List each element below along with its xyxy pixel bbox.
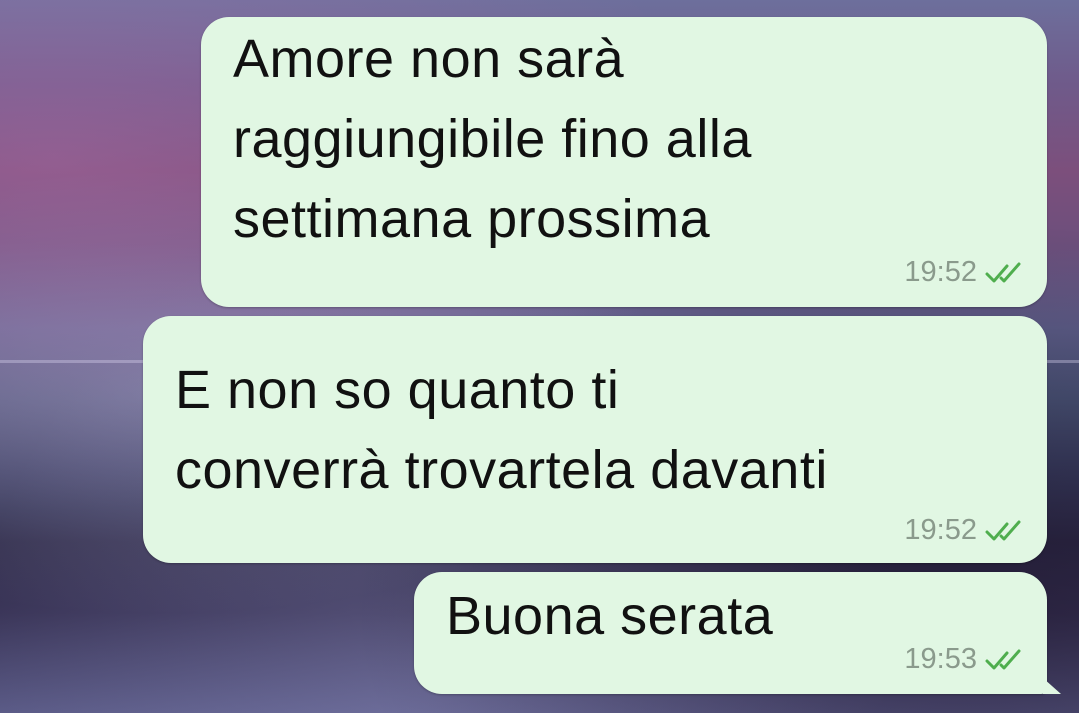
message-text: Buona serata bbox=[446, 586, 774, 646]
message-meta: 19:52 bbox=[904, 256, 1025, 289]
message-text: E non so quanto ti converrà trovartela d… bbox=[175, 360, 828, 500]
message-bubble-outgoing[interactable]: Buona serata 19:53 bbox=[414, 572, 1061, 694]
message-time: 19:53 bbox=[904, 643, 977, 675]
message-meta: 19:53 bbox=[904, 643, 1025, 676]
double-check-icon bbox=[985, 262, 1021, 282]
message-time: 19:52 bbox=[904, 514, 977, 546]
bubble-tail bbox=[1043, 678, 1061, 694]
message-text: Amore non sarà raggiungibile fino alla s… bbox=[233, 29, 752, 249]
double-check-icon bbox=[985, 520, 1021, 540]
message-meta: 19:52 bbox=[904, 514, 1025, 547]
message-bubble-outgoing[interactable]: E non so quanto ti converrà trovartela d… bbox=[143, 316, 1047, 563]
message-time: 19:52 bbox=[904, 256, 977, 288]
double-check-icon bbox=[985, 649, 1021, 669]
message-bubble-outgoing[interactable]: Amore non sarà raggiungibile fino alla s… bbox=[201, 17, 1047, 307]
